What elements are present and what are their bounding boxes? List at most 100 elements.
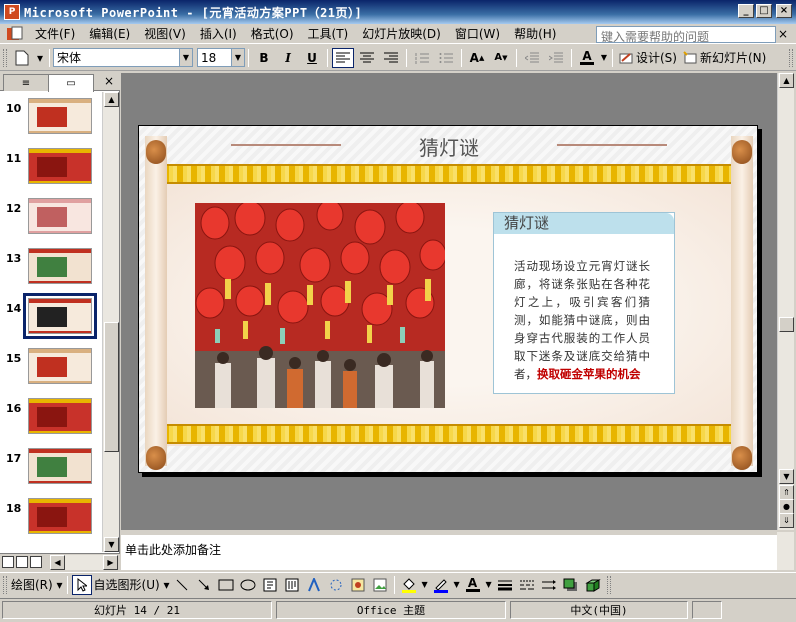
slide-thumbnail[interactable]: 11 [0, 148, 102, 194]
document-close-button[interactable]: × [778, 27, 788, 41]
italic-button[interactable]: I [277, 48, 299, 68]
slide-thumbnail-image[interactable] [28, 148, 92, 184]
slide-thumbnail-image[interactable] [28, 398, 92, 434]
chevron-down-icon[interactable]: ▼ [453, 575, 461, 595]
pane-close-button[interactable]: × [104, 74, 114, 88]
font-size-select[interactable]: 18 ▼ [197, 48, 245, 67]
toolbar-grip[interactable] [3, 575, 7, 594]
scroll-up-icon[interactable]: ▲ [779, 73, 794, 88]
menu-help[interactable]: 帮助(H) [507, 25, 563, 42]
decrease-indent-button[interactable] [521, 48, 543, 68]
slide-editing-area[interactable]: 猜灯谜 猜灯谜 活动现场设立元宵灯谜长廊，将谜条张贴在各种花灯之上，吸引宾客们猜… [121, 73, 777, 530]
slide-thumbnail[interactable]: 18 [0, 498, 102, 544]
menu-slideshow[interactable]: 幻灯片放映(D) [355, 25, 448, 42]
rectangle-tool-button[interactable] [216, 575, 236, 595]
line-color-button[interactable] [431, 575, 451, 595]
textbox-tool-button[interactable] [260, 575, 280, 595]
menu-view[interactable]: 视图(V) [137, 25, 193, 42]
slide-thumbnail[interactable]: 16 [0, 398, 102, 444]
slide-scrollbar[interactable]: ▲ ▼ ⇑ ● ⇓ [777, 73, 794, 530]
scroll-left-icon[interactable]: ◀ [50, 555, 65, 570]
line-tool-button[interactable] [172, 575, 192, 595]
slide-thumbnail-image[interactable] [28, 98, 92, 134]
3d-style-button[interactable] [583, 575, 603, 595]
document-icon[interactable] [6, 26, 24, 42]
increase-indent-button[interactable] [545, 48, 567, 68]
chevron-down-icon[interactable]: ▼ [485, 575, 493, 595]
scrollbar-thumb[interactable] [779, 317, 794, 332]
chevron-down-icon[interactable]: ▼ [600, 48, 608, 68]
thumbnail-scrollbar[interactable]: ▲ ▼ [102, 92, 119, 552]
slide-thumbnail-image[interactable] [28, 198, 92, 234]
notes-placeholder[interactable]: 单击此处添加备注 [125, 541, 221, 558]
notes-pane[interactable]: 单击此处添加备注 [121, 532, 777, 570]
draw-font-color-button[interactable]: A [463, 575, 483, 595]
bullet-list-button[interactable] [435, 48, 457, 68]
scroll-up-icon[interactable]: ▲ [104, 92, 119, 107]
insert-picture-button[interactable] [370, 575, 390, 595]
clipart-button[interactable] [348, 575, 368, 595]
new-file-icon[interactable] [11, 48, 33, 68]
select-objects-button[interactable] [71, 574, 92, 595]
notes-scrollbar[interactable] [777, 532, 794, 570]
powerpoint-app-icon[interactable]: P [4, 4, 20, 20]
shadow-style-button[interactable] [561, 575, 581, 595]
menu-edit[interactable]: 编辑(E) [82, 25, 137, 42]
scrollbar-thumb[interactable] [104, 322, 119, 452]
toolbar-options-grip[interactable] [606, 575, 611, 594]
next-slide-icon[interactable]: ⇓ [779, 513, 794, 528]
normal-view-icon[interactable] [2, 556, 14, 568]
info-box[interactable]: 猜灯谜 活动现场设立元宵灯谜长廊，将谜条张贴在各种花灯之上，吸引宾客们猜测，如能… [493, 212, 675, 394]
slide-thumbnail[interactable]: 15 [0, 348, 102, 394]
slide-thumbnail[interactable]: 12 [0, 198, 102, 244]
diagram-button[interactable] [326, 575, 346, 595]
lantern-photo[interactable] [195, 203, 445, 408]
oval-tool-button[interactable] [238, 575, 258, 595]
autoshapes-button[interactable]: 自选图形(U) ▾ [94, 575, 170, 595]
slideshow-view-icon[interactable] [30, 556, 42, 568]
slide-thumbnail[interactable]: 10 [0, 98, 102, 144]
scroll-down-icon[interactable]: ▼ [104, 537, 119, 552]
align-right-button[interactable] [380, 48, 402, 68]
slide-thumbnail[interactable]: 17 [0, 448, 102, 494]
slide-canvas[interactable]: 猜灯谜 猜灯谜 活动现场设立元宵灯谜长廊，将谜条张贴在各种花灯之上，吸引宾客们猜… [138, 125, 758, 473]
design-button[interactable]: 设计(S) [616, 49, 680, 66]
chevron-down-icon[interactable]: ▼ [231, 49, 244, 66]
close-button[interactable]: × [776, 4, 792, 18]
font-name-select[interactable]: 宋体 ▼ [53, 48, 193, 67]
vertical-textbox-button[interactable] [282, 575, 302, 595]
arrow-style-button[interactable] [539, 575, 559, 595]
dash-style-button[interactable] [517, 575, 537, 595]
align-left-button[interactable] [332, 47, 354, 68]
menu-tools[interactable]: 工具(T) [301, 25, 356, 42]
tab-outline[interactable]: ≡ [3, 74, 49, 91]
select-browse-object-icon[interactable]: ● [779, 499, 794, 514]
slide-thumbnail-image[interactable] [28, 348, 92, 384]
slide-thumbnail[interactable]: 14 [0, 293, 102, 344]
slide-thumbnail-image[interactable] [23, 293, 97, 339]
line-style-button[interactable] [495, 575, 515, 595]
decrease-font-button[interactable]: A ▼ [490, 48, 512, 68]
toolbar-options-icon[interactable]: ▾ [35, 48, 45, 68]
font-color-button[interactable]: A [576, 48, 598, 68]
increase-font-button[interactable]: A ▲ [466, 48, 488, 68]
thumbnail-list[interactable]: 10 11 12 13 14 15 16 17 18 [0, 92, 102, 552]
toolbar-options-grip[interactable] [789, 48, 793, 67]
minimize-button[interactable]: _ [738, 4, 754, 18]
draw-menu-button[interactable]: 绘图(R) ▾ [11, 575, 63, 595]
menu-insert[interactable]: 插入(I) [193, 25, 244, 42]
maximize-button[interactable]: □ [756, 4, 772, 18]
align-center-button[interactable] [356, 48, 378, 68]
slide-thumbnail-image[interactable] [28, 248, 92, 284]
fill-color-button[interactable] [399, 575, 419, 595]
menu-format[interactable]: 格式(O) [244, 25, 301, 42]
arrow-tool-button[interactable] [194, 575, 214, 595]
menu-window[interactable]: 窗口(W) [448, 25, 507, 42]
slide-sorter-view-icon[interactable] [16, 556, 28, 568]
chevron-down-icon[interactable]: ▼ [421, 575, 429, 595]
underline-button[interactable]: U [301, 48, 323, 68]
menu-file[interactable]: 文件(F) [28, 25, 82, 42]
toolbar-grip[interactable] [3, 48, 7, 67]
help-search-input[interactable]: 键入需要帮助的问题 [596, 26, 776, 43]
slide-thumbnail-image[interactable] [28, 498, 92, 534]
